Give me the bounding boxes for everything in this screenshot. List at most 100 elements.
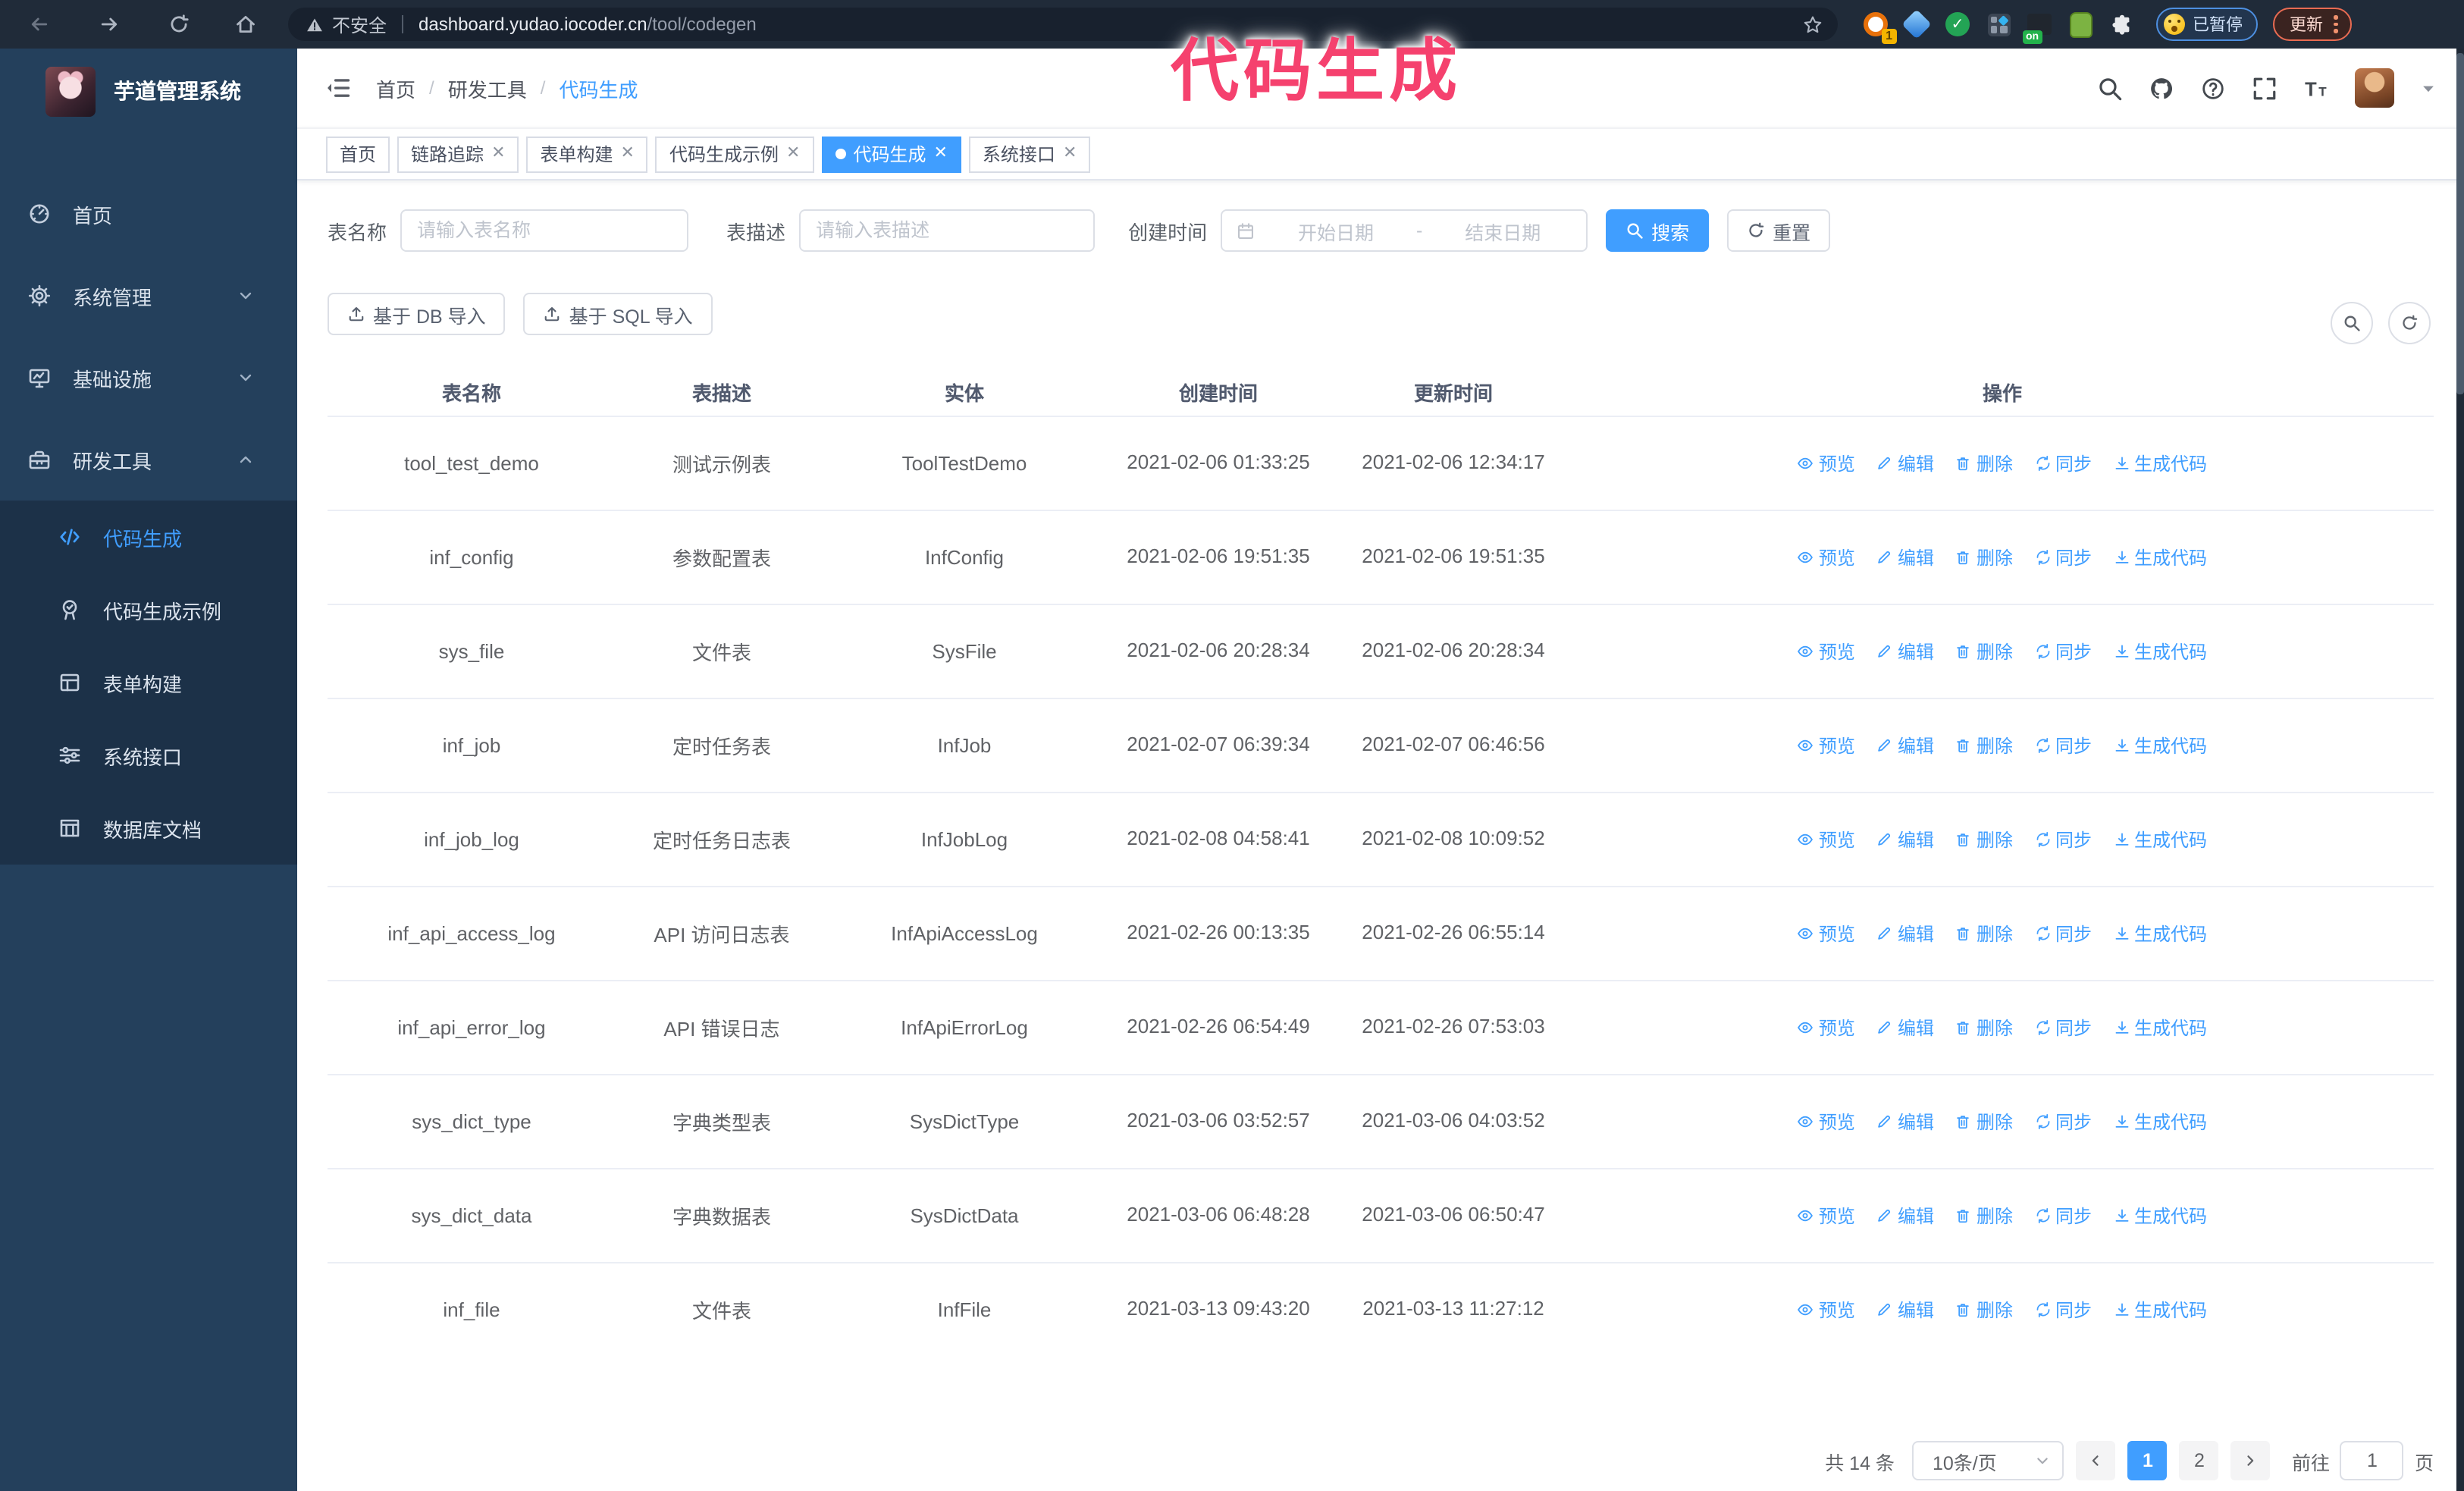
row-action-preview[interactable]: 预览 [1798,545,1855,570]
page-button-1[interactable]: 1 [2127,1441,2168,1480]
row-action-generate-code[interactable]: 生成代码 [2113,639,2207,664]
sidebar-item-2[interactable]: 基础设施 [0,337,297,419]
sidebar-item-0[interactable]: 首页 [0,173,297,255]
reload-icon[interactable] [164,9,194,39]
row-action-generate-code[interactable]: 生成代码 [2113,827,2207,852]
tab-1[interactable]: 链路追踪 ✕ [397,136,519,172]
row-action-preview[interactable]: 预览 [1798,1015,1855,1041]
github-icon[interactable] [2149,75,2174,101]
page-size-select[interactable]: 10条/页 [1912,1441,2064,1480]
profile-paused-badge[interactable]: 已暂停 [2156,8,2258,41]
goto-page-input[interactable] [2340,1441,2404,1480]
fullscreen-icon[interactable] [2252,75,2277,101]
tab-3[interactable]: 代码生成示例 ✕ [655,136,814,172]
row-action-edit[interactable]: 编辑 [1876,1015,1934,1041]
scrollbar-thumb[interactable] [2456,53,2464,394]
row-action-edit[interactable]: 编辑 [1876,639,1934,664]
browser-update-button[interactable]: 更新 [2273,8,2351,41]
close-icon[interactable]: ✕ [786,145,800,162]
tab-2[interactable]: 表单构建 ✕ [526,136,648,172]
table-name-input[interactable] [400,209,689,252]
sidebar-item-1[interactable]: 系统管理 [0,255,297,337]
browser-scrollbar[interactable] [2456,49,2464,1491]
refresh-table-button[interactable] [2388,302,2431,344]
row-action-edit[interactable]: 编辑 [1876,545,1934,570]
home-icon[interactable] [230,9,261,39]
row-action-sync[interactable]: 同步 [2034,1015,2092,1041]
row-action-preview[interactable]: 预览 [1798,1297,1855,1323]
breadcrumb-item-0[interactable]: 首页 [376,74,415,102]
extension-on-icon[interactable]: on [2023,11,2053,44]
user-avatar[interactable] [2355,68,2394,108]
breadcrumb-item-1[interactable]: 研发工具 [448,74,527,102]
extension-puzzle-icon[interactable] [2108,11,2135,38]
forward-icon[interactable] [94,9,124,39]
sidebar-collapse-icon[interactable] [324,74,352,102]
sidebar-subitem-4[interactable]: 数据库文档 [0,792,297,865]
extension-orange-icon[interactable]: 1 [1862,11,1897,44]
row-action-delete[interactable]: 删除 [1955,639,2013,664]
help-icon[interactable] [2200,75,2226,101]
row-action-edit[interactable]: 编辑 [1876,450,1934,476]
row-action-generate-code[interactable]: 生成代码 [2113,733,2207,758]
row-action-preview[interactable]: 预览 [1798,639,1855,664]
row-action-preview[interactable]: 预览 [1798,1203,1855,1229]
row-action-edit[interactable]: 编辑 [1876,733,1934,758]
sidebar-subitem-3[interactable]: 系统接口 [0,719,297,792]
row-action-preview[interactable]: 预览 [1798,733,1855,758]
browser-menu-dots-icon[interactable] [2334,15,2337,33]
row-action-preview[interactable]: 预览 [1798,827,1855,852]
tab-5[interactable]: 系统接口 ✕ [968,136,1091,172]
row-action-delete[interactable]: 删除 [1955,1297,2013,1323]
back-icon[interactable] [24,9,55,39]
search-button[interactable]: 搜索 [1606,209,1710,252]
row-action-edit[interactable]: 编辑 [1876,1203,1934,1229]
breadcrumb-item-2[interactable]: 代码生成 [559,74,638,102]
row-action-delete[interactable]: 删除 [1955,1203,2013,1229]
row-action-delete[interactable]: 删除 [1955,545,2013,570]
row-action-generate-code[interactable]: 生成代码 [2113,450,2207,476]
close-icon[interactable]: ✕ [933,145,947,162]
row-action-edit[interactable]: 编辑 [1876,827,1934,852]
reset-button[interactable]: 重置 [1727,209,1831,252]
row-action-generate-code[interactable]: 生成代码 [2113,921,2207,946]
prev-page-button[interactable] [2076,1441,2116,1480]
extension-green-icon[interactable] [2067,11,2094,38]
tab-0[interactable]: 首页 [326,136,390,172]
row-action-generate-code[interactable]: 生成代码 [2113,1109,2207,1135]
tab-4[interactable]: 代码生成 ✕ [821,136,961,172]
page-button-2[interactable]: 2 [2179,1441,2219,1480]
row-action-sync[interactable]: 同步 [2034,639,2092,664]
row-action-preview[interactable]: 预览 [1798,450,1855,476]
sidebar-item-3[interactable]: 研发工具 [0,419,297,501]
row-action-sync[interactable]: 同步 [2034,1297,2092,1323]
row-action-sync[interactable]: 同步 [2034,921,2092,946]
row-action-sync[interactable]: 同步 [2034,450,2092,476]
row-action-sync[interactable]: 同步 [2034,827,2092,852]
row-action-generate-code[interactable]: 生成代码 [2113,1203,2207,1229]
row-action-delete[interactable]: 删除 [1955,1109,2013,1135]
row-action-sync[interactable]: 同步 [2034,1203,2092,1229]
row-action-delete[interactable]: 删除 [1955,450,2013,476]
url-bar[interactable]: 不安全 dashboard.yudao.iocoder.cn/tool/code… [288,8,1838,41]
row-action-sync[interactable]: 同步 [2034,1109,2092,1135]
extension-gem-icon[interactable] [1901,9,1932,39]
import-db-button[interactable]: 基于 DB 导入 [328,293,506,335]
sidebar-subitem-1[interactable]: 代码生成示例 [0,573,297,646]
row-action-preview[interactable]: 预览 [1798,1109,1855,1135]
caret-down-icon[interactable] [2420,80,2437,96]
row-action-sync[interactable]: 同步 [2034,733,2092,758]
row-action-sync[interactable]: 同步 [2034,545,2092,570]
bookmark-star-icon[interactable] [1803,14,1823,34]
row-action-edit[interactable]: 编辑 [1876,1109,1934,1135]
row-action-delete[interactable]: 删除 [1955,1015,2013,1041]
date-range-picker[interactable]: 开始日期 - 结束日期 [1221,209,1588,252]
close-icon[interactable]: ✕ [621,145,635,162]
next-page-button[interactable] [2230,1441,2271,1480]
font-size-icon[interactable]: TT [2303,75,2329,101]
row-action-preview[interactable]: 预览 [1798,921,1855,946]
extension-grid-icon[interactable] [1985,11,2012,38]
sidebar-subitem-2[interactable]: 表单构建 [0,646,297,719]
show-search-button[interactable] [2331,302,2373,344]
import-sql-button[interactable]: 基于 SQL 导入 [523,293,713,335]
